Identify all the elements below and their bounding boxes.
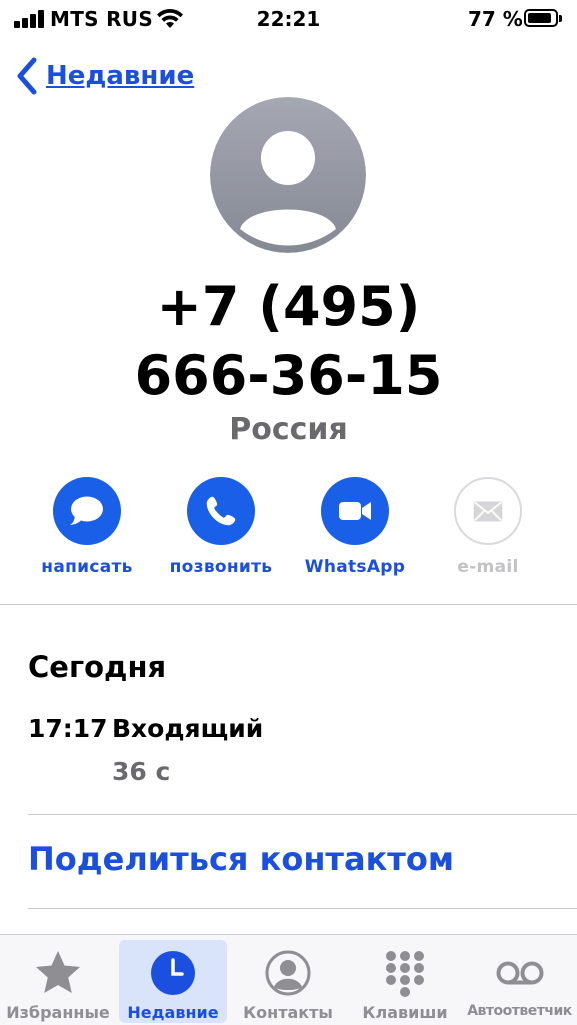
tab-contacts[interactable]: Контакты: [232, 935, 344, 1025]
back-label: Недавние: [46, 61, 195, 91]
whatsapp-action-label: WhatsApp: [304, 557, 406, 577]
video-icon: [321, 477, 389, 545]
tab-voicemail-label: Автоответчик: [467, 1003, 572, 1019]
email-action-button[interactable]: e-mail: [423, 477, 553, 577]
divider: [0, 604, 577, 605]
tab-favorites[interactable]: Избранные: [0, 935, 116, 1025]
whatsapp-action-button[interactable]: WhatsApp: [290, 477, 420, 577]
tab-bar: Избранные Недавние Контакты Клавиши Авто…: [0, 934, 577, 1025]
call-action-button[interactable]: позвонить: [156, 477, 286, 577]
call-action-label: позвонить: [169, 557, 273, 577]
star-icon: [36, 951, 80, 993]
contact-country: Россия: [229, 412, 348, 447]
keypad-icon: [386, 951, 424, 997]
clock-icon: [151, 951, 195, 995]
status-bar: MTS RUS 22:21 77 %: [0, 0, 577, 40]
tab-contacts-label: Контакты: [243, 1003, 333, 1022]
message-action-label: написать: [41, 557, 133, 577]
divider: [28, 814, 577, 815]
message-icon: [53, 477, 121, 545]
share-contact-button[interactable]: Поделиться контактом: [28, 840, 454, 878]
call-type: Входящий: [112, 714, 264, 743]
contact-avatar: [210, 97, 366, 253]
back-button[interactable]: Недавние: [14, 56, 194, 96]
voicemail-icon: [496, 961, 543, 985]
divider: [28, 908, 577, 909]
tab-recents-label: Недавние: [127, 1003, 219, 1022]
phone-number-line1: +7 (495): [156, 275, 421, 338]
battery-icon: [524, 9, 562, 27]
phone-number-line2: 666-36-15: [134, 344, 443, 407]
tab-voicemail[interactable]: Автоответчик: [462, 935, 577, 1025]
call-time: 17:17: [28, 714, 108, 743]
battery-percentage: 77 %: [468, 7, 523, 31]
tab-recents[interactable]: Недавние: [119, 940, 227, 1023]
call-duration: 36 с: [112, 757, 171, 786]
mail-icon: [454, 477, 522, 545]
tab-keypad[interactable]: Клавиши: [350, 935, 460, 1025]
tab-favorites-label: Избранные: [6, 1003, 110, 1022]
message-action-button[interactable]: написать: [22, 477, 152, 577]
person-placeholder-icon: [210, 97, 366, 253]
person-circle-icon: [265, 950, 311, 996]
chevron-left-icon: [17, 57, 37, 95]
email-action-label: e-mail: [457, 557, 519, 577]
phone-icon: [187, 477, 255, 545]
tab-keypad-label: Клавиши: [362, 1003, 448, 1022]
history-heading: Сегодня: [28, 650, 167, 684]
